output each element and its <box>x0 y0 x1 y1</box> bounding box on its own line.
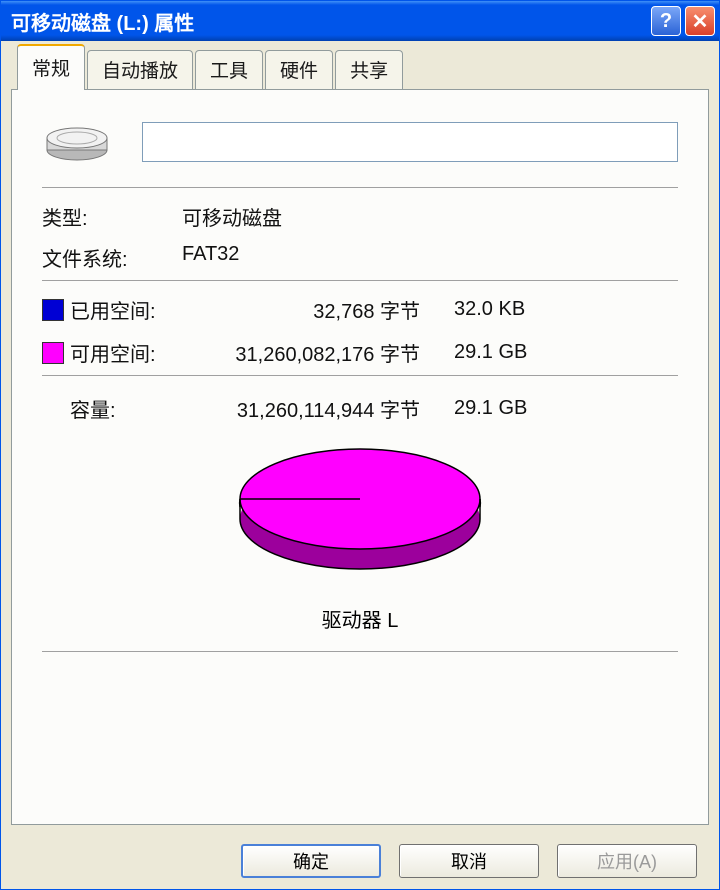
free-bytes: 31,260,082,176 字节 <box>210 338 430 367</box>
close-icon: ✕ <box>692 9 709 34</box>
separator-3 <box>42 375 678 376</box>
tab-tools[interactable]: 工具 <box>195 50 263 89</box>
drive-caption: 驱动器 L <box>42 604 678 633</box>
separator-1 <box>42 187 678 188</box>
free-human: 29.1 GB <box>430 341 678 364</box>
separator-2 <box>42 280 678 281</box>
tab-sharing[interactable]: 共享 <box>335 50 403 89</box>
help-icon: ? <box>660 10 672 33</box>
apply-button[interactable]: 应用(A) <box>557 844 697 878</box>
ok-button[interactable]: 确定 <box>241 844 381 878</box>
type-label: 类型: <box>42 202 182 231</box>
used-label: 已用空间: <box>70 295 210 324</box>
capacity-grid: 容量: 31,260,114,944 字节 29.1 GB <box>42 394 678 423</box>
tab-general[interactable]: 常规 <box>17 44 85 90</box>
space-grid: 已用空间: 32,768 字节 32.0 KB 可用空间: 31,260,082… <box>42 295 678 367</box>
free-label: 可用空间: <box>70 338 210 367</box>
capacity-bytes: 31,260,114,944 字节 <box>210 394 430 423</box>
tab-hardware[interactable]: 硬件 <box>265 50 333 89</box>
used-human: 32.0 KB <box>430 298 678 321</box>
filesystem-value: FAT32 <box>182 243 678 272</box>
help-button[interactable]: ? <box>651 6 681 36</box>
titlebar-buttons: ? ✕ <box>651 6 715 36</box>
capacity-label: 容量: <box>70 394 210 423</box>
tab-autoplay[interactable]: 自动播放 <box>87 50 193 89</box>
pie-chart: 驱动器 L <box>42 437 678 633</box>
free-swatch-icon <box>42 342 64 364</box>
cancel-button[interactable]: 取消 <box>399 844 539 878</box>
drive-info-grid: 类型: 可移动磁盘 文件系统: FAT32 <box>42 202 678 272</box>
drive-name-input[interactable] <box>142 122 678 162</box>
drive-icon <box>42 114 112 169</box>
close-button[interactable]: ✕ <box>685 6 715 36</box>
tab-panel-general: 类型: 可移动磁盘 文件系统: FAT32 已用空间: 32,768 字节 32… <box>11 89 709 825</box>
content-area: 常规 自动播放 工具 硬件 共享 类型: <box>1 41 719 833</box>
filesystem-label: 文件系统: <box>42 243 182 272</box>
used-swatch-icon <box>42 299 64 321</box>
tab-strip: 常规 自动播放 工具 硬件 共享 <box>11 53 709 89</box>
dialog-footer: 确定 取消 应用(A) <box>1 833 719 889</box>
capacity-human: 29.1 GB <box>430 397 678 420</box>
type-value: 可移动磁盘 <box>182 202 678 231</box>
titlebar[interactable]: 可移动磁盘 (L:) 属性 ? ✕ <box>1 1 719 41</box>
drive-header-row <box>42 114 678 169</box>
window-title: 可移动磁盘 (L:) 属性 <box>11 7 651 36</box>
properties-window: 可移动磁盘 (L:) 属性 ? ✕ 常规 自动播放 工具 硬件 共享 <box>0 0 720 890</box>
separator-4 <box>42 651 678 652</box>
used-bytes: 32,768 字节 <box>210 295 430 324</box>
